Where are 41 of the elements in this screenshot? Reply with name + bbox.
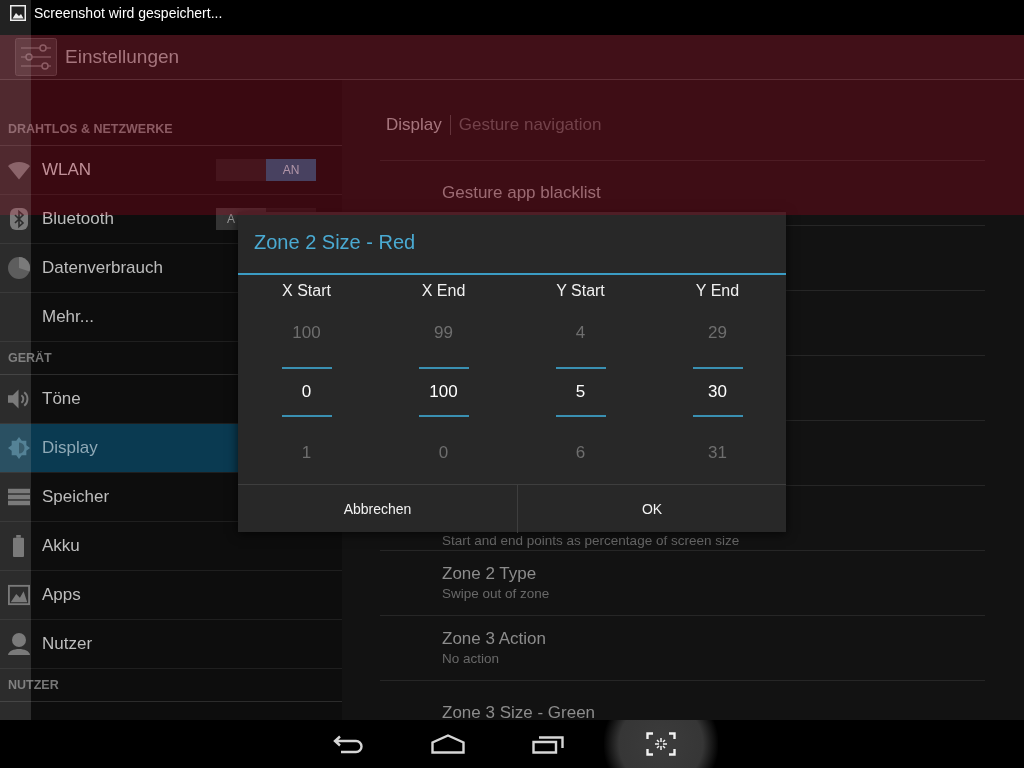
- sidebar-item[interactable]: WLAN AN: [0, 146, 342, 195]
- preference-summary: Swipe out of zone: [442, 586, 551, 602]
- sidebar-item[interactable]: Apps: [0, 571, 342, 620]
- pie-chart-icon: [8, 257, 30, 279]
- picker-value-field[interactable]: 0: [281, 367, 332, 417]
- bluetooth-icon: [8, 208, 30, 230]
- preference-summary: No action: [442, 651, 501, 667]
- preference-title: Zone 3 Action: [442, 629, 547, 649]
- picker-label: Y End: [695, 281, 740, 301]
- picture-icon: [8, 584, 30, 606]
- preference-title: Zone 3 Size - Green: [442, 703, 597, 720]
- app-title: Einstellungen: [65, 46, 180, 68]
- preference-summary: Start and end points as percentage of screen size: [442, 533, 741, 549]
- sliders-icon[interactable]: [15, 38, 57, 76]
- storage-icon: [8, 486, 30, 508]
- brightness-icon: [8, 437, 30, 459]
- section-header: NUTZER: [8, 678, 59, 692]
- picker-value-field[interactable]: 5: [555, 367, 606, 417]
- section-header: DRAHTLOS & NETZWERKE: [8, 122, 173, 136]
- recents-icon: [532, 734, 564, 754]
- screenshot-icon: [646, 732, 676, 756]
- sidebar-item[interactable]: Nutzer: [0, 620, 342, 669]
- toggle-switch[interactable]: AN: [216, 159, 316, 181]
- home-icon: [431, 734, 465, 754]
- wifi-icon: [8, 159, 30, 181]
- picker-value-field[interactable]: 30: [692, 367, 743, 417]
- ok-button[interactable]: OK: [517, 485, 786, 533]
- picker-label: Y Start: [556, 281, 605, 301]
- section-header: GERÄT: [8, 351, 52, 365]
- notification-text: Screenshot wird gespeichert...: [34, 4, 223, 22]
- image-icon: [10, 5, 26, 21]
- battery-icon: [13, 535, 24, 557]
- screenshot-button[interactable]: [604, 720, 718, 768]
- back-icon: [333, 734, 363, 754]
- person-icon: [8, 633, 30, 655]
- picker-value-field[interactable]: 100: [418, 367, 469, 417]
- speaker-icon: [8, 388, 30, 410]
- picker-label: X End: [421, 281, 466, 301]
- preference-title: Gesture app blacklist: [442, 183, 602, 203]
- breadcrumb-item[interactable]: Display: [386, 115, 442, 135]
- preference-title: Zone 2 Type: [442, 564, 538, 584]
